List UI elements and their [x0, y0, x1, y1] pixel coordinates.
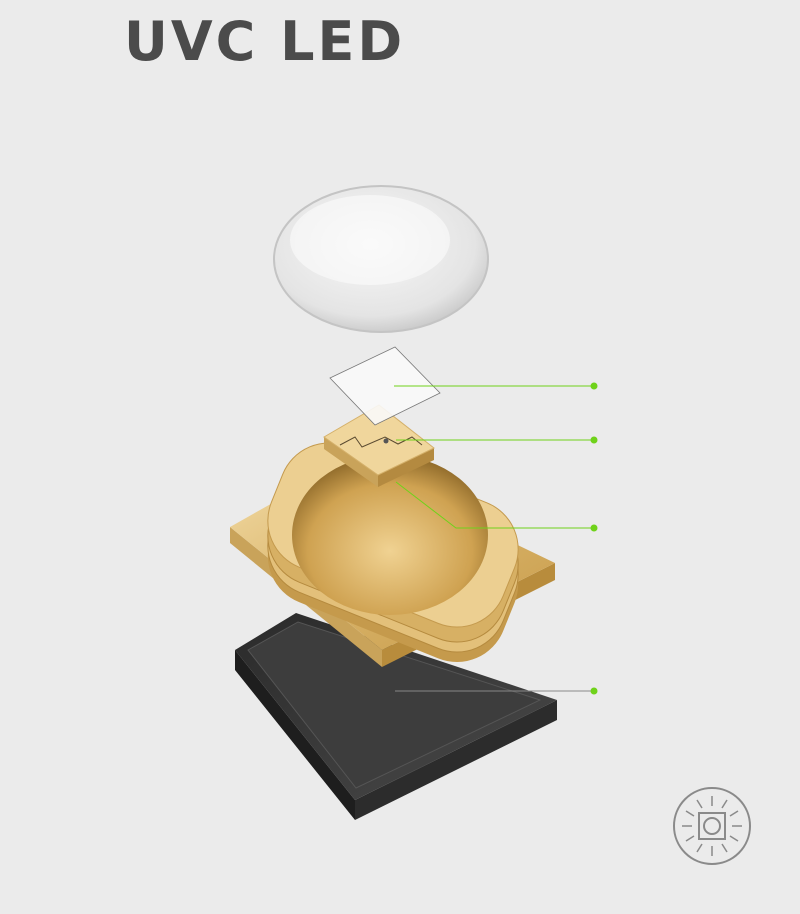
uvc-chip [383, 438, 389, 444]
exploded-view-diagram [230, 185, 751, 865]
lens-dome [273, 185, 489, 333]
uv-led-light-icon [673, 787, 751, 865]
